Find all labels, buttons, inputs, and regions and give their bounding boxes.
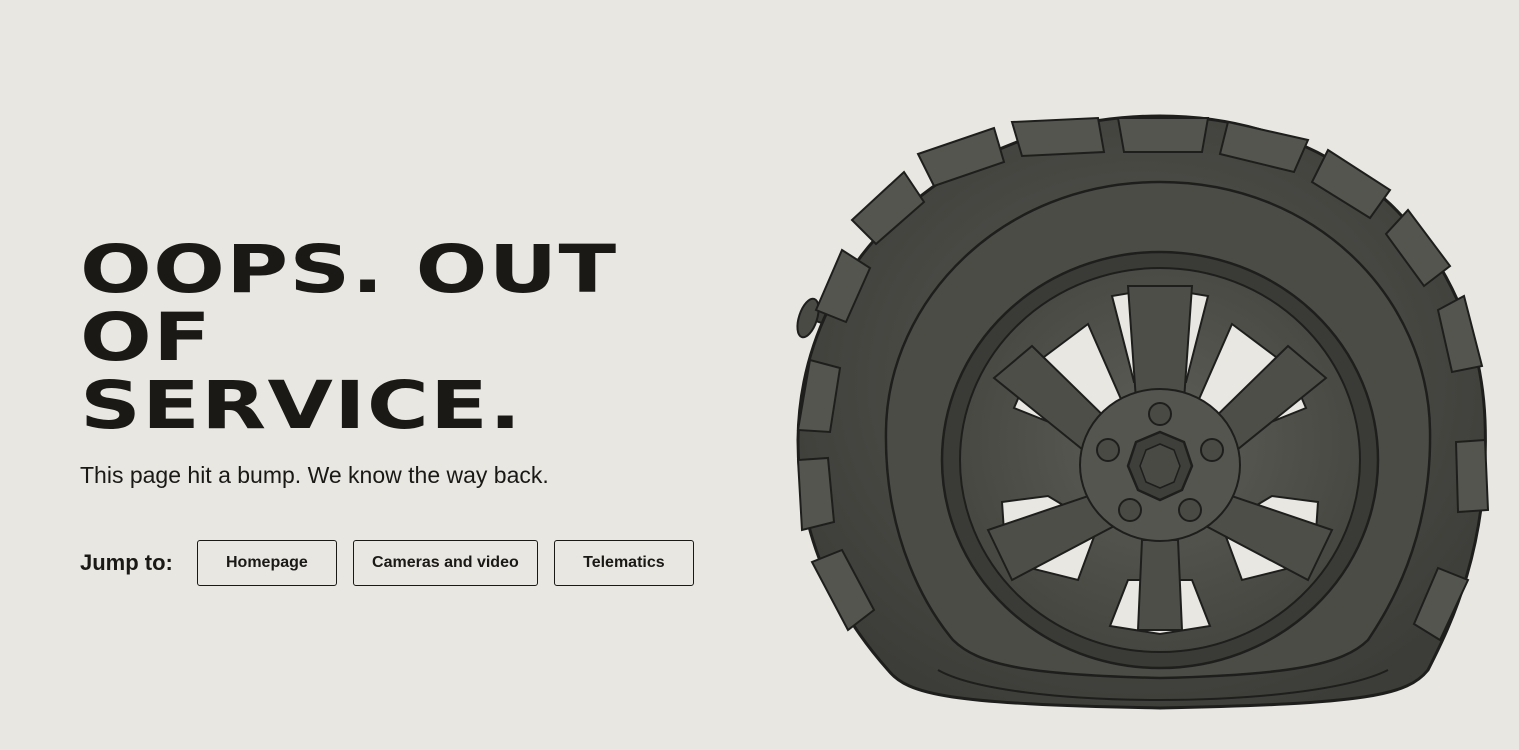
page-title: OOPS. OUT OF SERVICE. bbox=[80, 236, 771, 440]
jump-to-nav: Jump to: Homepage Cameras and video Tele… bbox=[80, 540, 780, 586]
page-title-line-1: OOPS. OUT OF bbox=[80, 231, 618, 376]
flat-tire-icon bbox=[796, 114, 1490, 710]
error-content: OOPS. OUT OF SERVICE. This page hit a bu… bbox=[80, 236, 780, 586]
jump-to-label: Jump to: bbox=[80, 550, 173, 575]
telematics-button[interactable]: Telematics bbox=[553, 540, 694, 586]
page-title-line-2: SERVICE. bbox=[80, 367, 523, 444]
wheel-hub bbox=[1079, 388, 1241, 542]
homepage-button[interactable]: Homepage bbox=[196, 540, 337, 586]
cameras-and-video-button[interactable]: Cameras and video bbox=[352, 540, 538, 586]
page-subtitle: This page hit a bump. We know the way ba… bbox=[80, 462, 549, 488]
